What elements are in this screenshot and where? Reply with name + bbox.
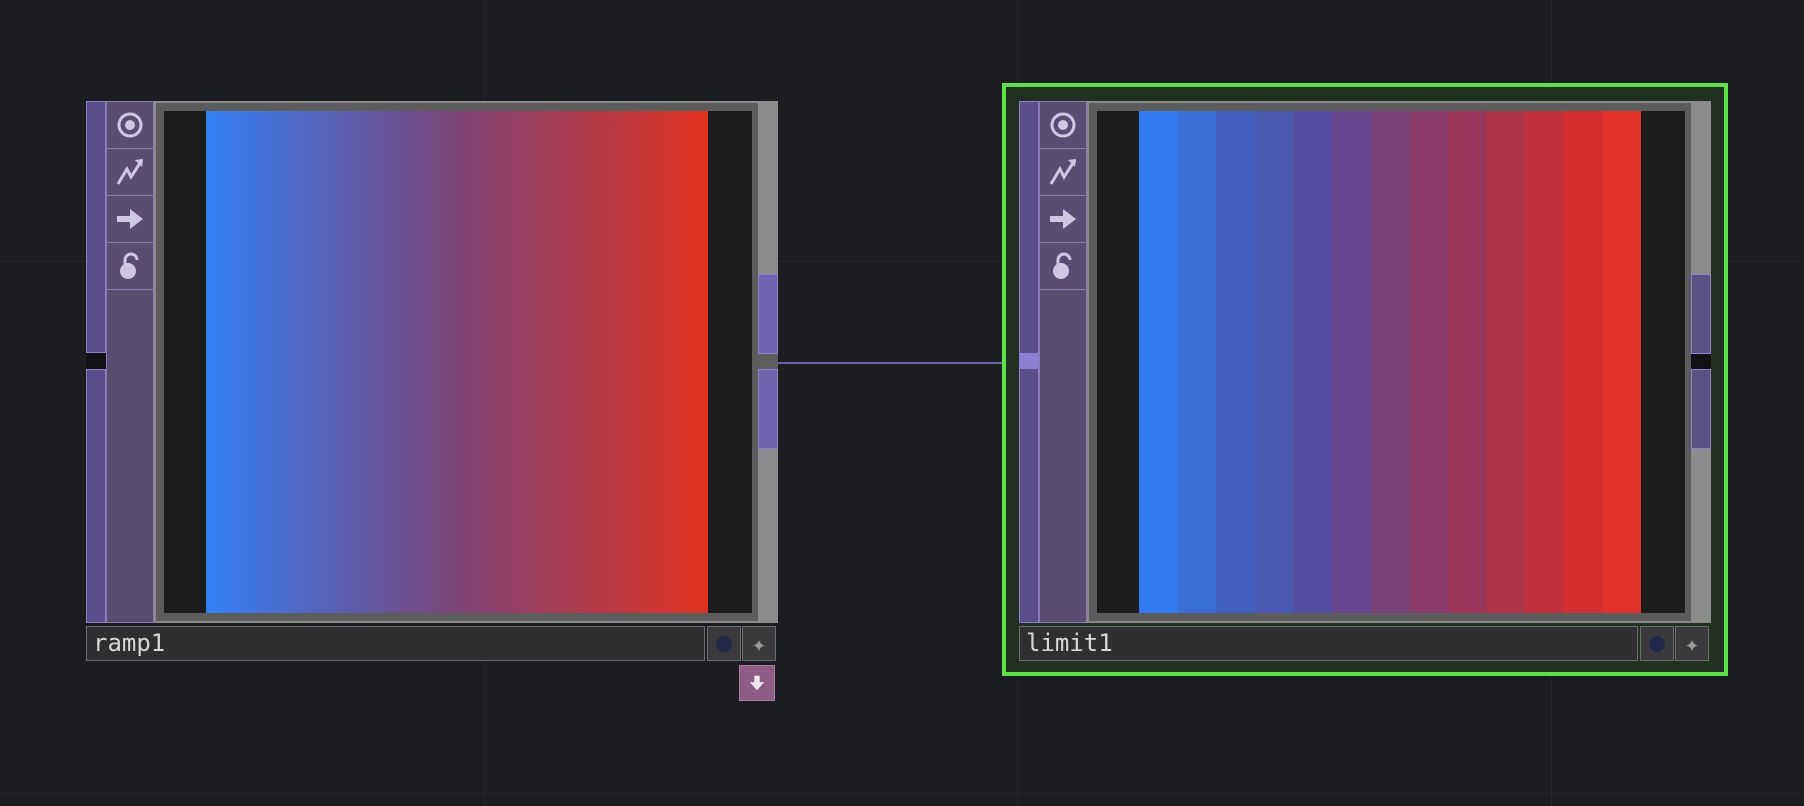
lock-toggle-button[interactable] (107, 243, 153, 290)
node-viewer[interactable] (1087, 101, 1695, 623)
node-side-toolbar (106, 101, 154, 623)
viewer-icon (117, 112, 143, 138)
dot-icon (716, 635, 732, 652)
node-name-field[interactable]: limit1 (1019, 626, 1638, 661)
star-icon: ✦ (751, 629, 767, 658)
limit-preview-image (1139, 111, 1641, 613)
node-limit1[interactable]: limit1 ✦ (1019, 101, 1711, 661)
cook-toggle-button[interactable] (1040, 149, 1086, 196)
bypass-icon (1050, 209, 1076, 229)
node-flag-render-button[interactable]: ✦ (1675, 626, 1709, 661)
ramp-preview-image (206, 111, 708, 613)
bypass-icon (117, 209, 143, 229)
node-side-toolbar (1039, 101, 1087, 623)
input-connector[interactable] (1019, 353, 1039, 369)
node-flag-display-button[interactable] (1640, 626, 1674, 661)
bypass-toggle-button[interactable] (107, 196, 153, 243)
bypass-toggle-button[interactable] (1040, 196, 1086, 243)
output-connector-bottom[interactable] (758, 369, 778, 449)
lock-toggle-button[interactable] (1040, 243, 1086, 290)
node-expand-button[interactable] (739, 665, 775, 701)
output-connector-gap (758, 354, 778, 369)
output-connector-top[interactable] (1691, 274, 1711, 354)
star-icon: ✦ (1684, 629, 1700, 658)
node-flag-render-button[interactable]: ✦ (742, 626, 776, 661)
node-ramp1[interactable]: ramp1 ✦ (86, 101, 778, 701)
lock-icon (1053, 252, 1072, 279)
output-connector-bottom[interactable] (1691, 369, 1711, 449)
connection-wire[interactable] (778, 362, 1019, 364)
dot-icon (1649, 635, 1665, 652)
viewer-toggle-button[interactable] (1040, 102, 1086, 149)
output-connector-top[interactable] (758, 274, 778, 354)
input-strip-bottom[interactable] (86, 369, 106, 623)
cook-icon (116, 159, 144, 185)
node-flag-display-button[interactable] (707, 626, 741, 661)
node-viewer[interactable] (154, 101, 762, 623)
cook-toggle-button[interactable] (107, 149, 153, 196)
viewer-icon (1050, 112, 1076, 138)
input-connector[interactable] (86, 353, 106, 369)
grid-line (0, 793, 1804, 794)
input-strip-top[interactable] (86, 101, 106, 353)
cook-icon (1049, 159, 1077, 185)
lock-icon (120, 252, 139, 279)
arrow-down-icon (749, 675, 765, 691)
node-name-field[interactable]: ramp1 (86, 626, 705, 661)
output-connector-gap (1691, 354, 1711, 369)
viewer-toggle-button[interactable] (107, 102, 153, 149)
